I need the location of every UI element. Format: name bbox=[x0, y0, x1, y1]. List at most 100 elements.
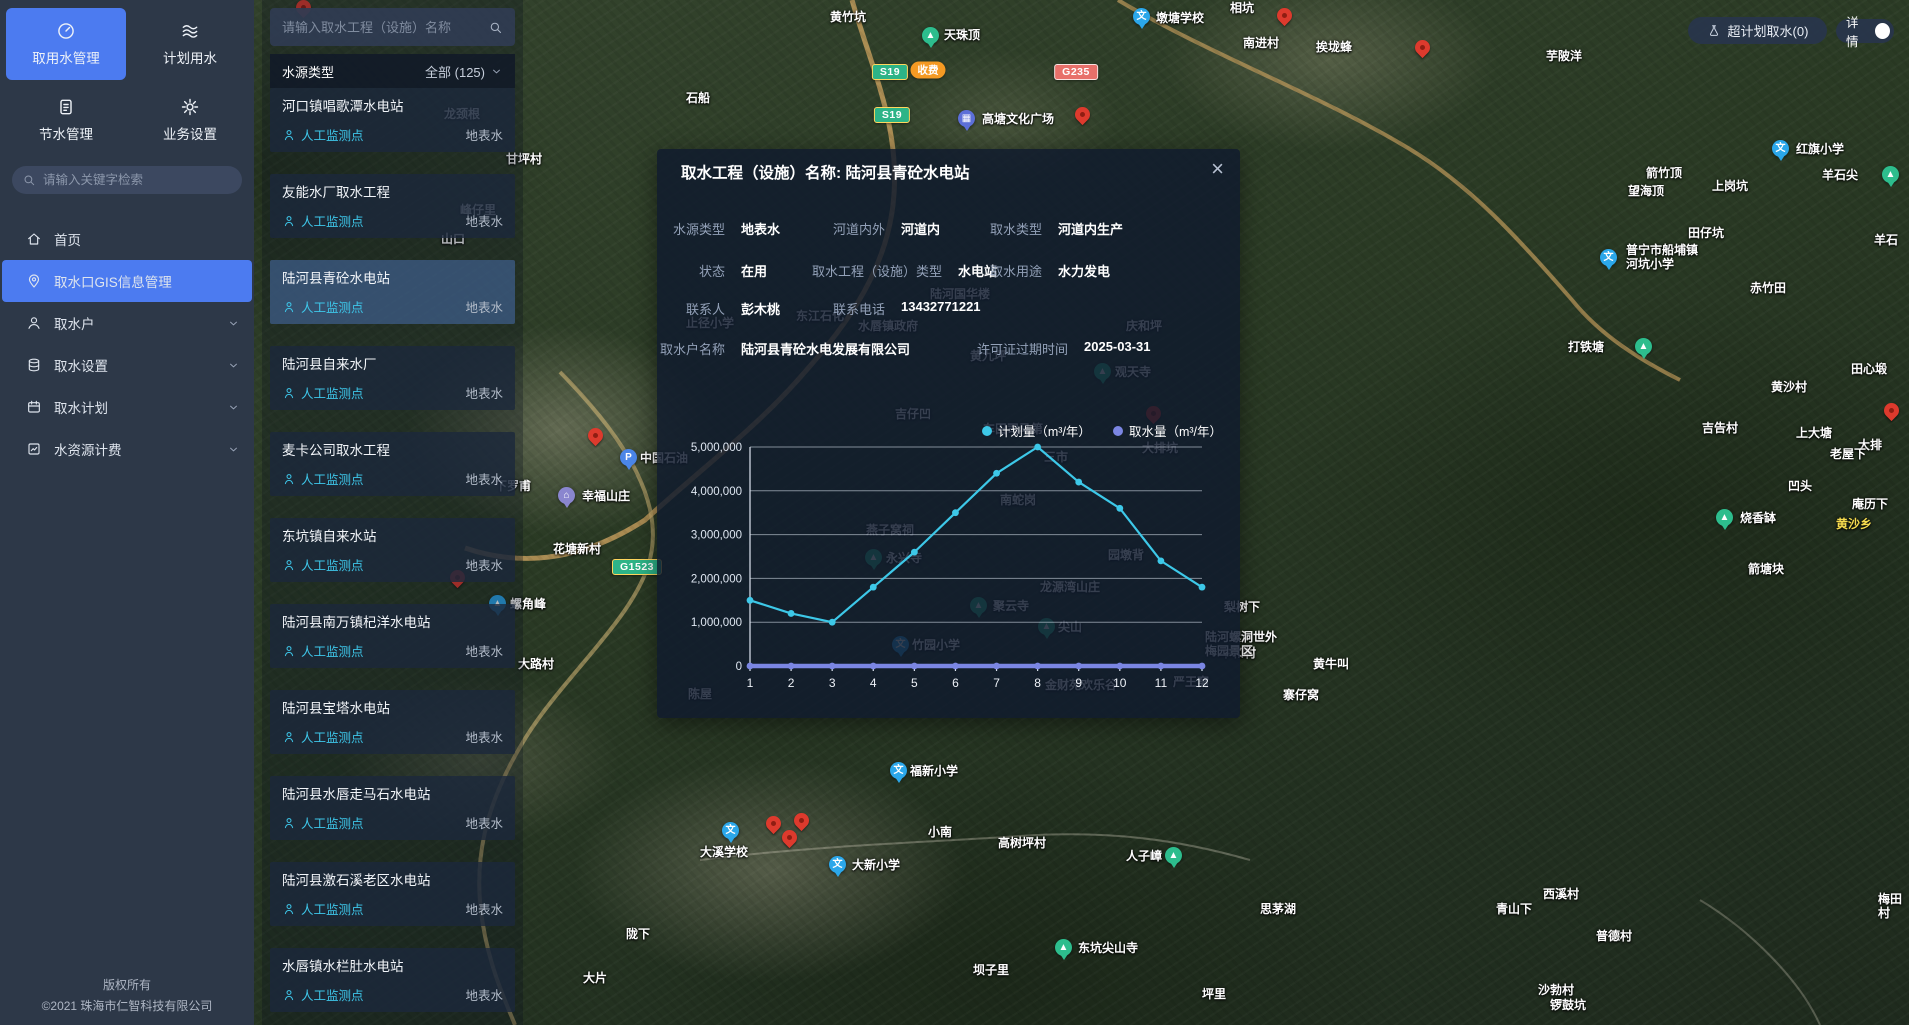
svg-text:3: 3 bbox=[829, 676, 836, 690]
svg-text:3,000,000: 3,000,000 bbox=[691, 530, 742, 542]
app-button-1[interactable]: 取用水管理 bbox=[6, 8, 126, 80]
svg-text:4: 4 bbox=[870, 676, 877, 690]
map-place-label: 坪里 bbox=[1202, 987, 1226, 1001]
database-icon bbox=[26, 357, 42, 373]
map-place-label: 寨仔窝 bbox=[1283, 688, 1319, 702]
detail-toggle[interactable]: 详情 bbox=[1836, 19, 1894, 43]
school-marker-icon: 文 bbox=[890, 762, 907, 779]
sidebar-item-2[interactable]: 取水口GIS信息管理 bbox=[2, 260, 252, 302]
monitor-type: 人工监测点 bbox=[301, 899, 364, 918]
station-name: 陆河县青砼水电站 bbox=[282, 270, 503, 288]
map-place-label: 青山下 bbox=[1496, 902, 1532, 916]
keyword-search-input[interactable] bbox=[43, 173, 232, 187]
map-place-label: 田心塅 bbox=[1851, 362, 1887, 376]
detail-field: 取水类型河道内生产 bbox=[957, 219, 1123, 238]
intake-point-pin[interactable] bbox=[1274, 5, 1295, 26]
person-icon bbox=[282, 730, 296, 744]
list-item[interactable]: 陆河县水唇走马石水电站人工监测点地表水 bbox=[270, 776, 515, 840]
sidebar-item-4[interactable]: 取水设置 bbox=[0, 344, 254, 386]
station-search-input[interactable] bbox=[282, 20, 488, 35]
water-source-type: 地表水 bbox=[465, 899, 503, 918]
filter-dropdown[interactable]: 全部 (125) bbox=[425, 62, 503, 81]
map-place-label: 庵历下 bbox=[1852, 497, 1888, 511]
field-value: 水力发电 bbox=[1058, 261, 1110, 280]
app-window: 黄竹坑天珠顶墩塘学校相坑南进村挨垅蜂芋陂洋石船龙颈根甘坪村峰仔里山口高塘文化广场… bbox=[0, 0, 1909, 1025]
list-item[interactable]: 河口镇唱歌潭水电站人工监测点地表水 bbox=[270, 88, 515, 152]
scenic-marker-icon: ▲ bbox=[1635, 338, 1652, 355]
sidebar-item-5[interactable]: 取水计划 bbox=[0, 386, 254, 428]
copyright-footer: 版权所有 ©2021 珠海市仁智科技有限公司 bbox=[0, 975, 254, 1017]
station-name: 陆河县水唇走马石水电站 bbox=[282, 786, 503, 804]
map-place-label: 烧香缽 bbox=[1740, 511, 1776, 525]
detail-label: 详情 bbox=[1846, 12, 1869, 50]
intake-point-pin[interactable] bbox=[1881, 400, 1902, 421]
map-place-label: 坝子里 bbox=[973, 963, 1009, 977]
map-place-label: 南进村 bbox=[1243, 36, 1279, 50]
app-button-2[interactable]: 计划用水 bbox=[130, 8, 250, 80]
field-value: 河道内生产 bbox=[1058, 219, 1123, 238]
list-item[interactable]: 东坑镇自来水站人工监测点地表水 bbox=[270, 518, 515, 582]
copyright-line2: ©2021 珠海市仁智科技有限公司 bbox=[0, 996, 254, 1017]
list-item[interactable]: 陆河县青砼水电站人工监测点地表水 bbox=[270, 260, 515, 324]
intake-point-pin[interactable] bbox=[779, 827, 800, 848]
list-item[interactable]: 陆河县南万镇杞洋水电站人工监测点地表水 bbox=[270, 604, 515, 668]
map-place-label: 沙勃村 bbox=[1538, 983, 1574, 997]
svg-text:2,000,000: 2,000,000 bbox=[691, 573, 742, 585]
intake-point-pin[interactable] bbox=[585, 425, 606, 446]
search-icon bbox=[22, 173, 36, 187]
monitor-type: 人工监测点 bbox=[301, 383, 364, 402]
filter-value: 全部 (125) bbox=[425, 62, 485, 81]
scenic-marker-icon: ▲ bbox=[922, 27, 939, 44]
sidebar-item-3[interactable]: 取水户 bbox=[0, 302, 254, 344]
field-label: 状态 bbox=[657, 261, 725, 280]
app-label: 业务设置 bbox=[163, 123, 217, 143]
list-item[interactable]: 陆河县激石溪老区水电站人工监测点地表水 bbox=[270, 862, 515, 926]
sidebar-item-label: 首页 bbox=[54, 229, 81, 249]
chevron-down-icon bbox=[227, 401, 240, 414]
app-button-3[interactable]: 节水管理 bbox=[6, 84, 126, 156]
intake-point-pin[interactable] bbox=[1412, 37, 1433, 58]
close-icon[interactable]: × bbox=[1211, 155, 1224, 183]
list-item[interactable]: 麦卡公司取水工程人工监测点地表水 bbox=[270, 432, 515, 496]
field-label: 联系电话 bbox=[807, 299, 885, 318]
scenic-marker-icon: ▲ bbox=[1716, 509, 1733, 526]
svg-text:9: 9 bbox=[1075, 676, 1082, 690]
over-plan-button[interactable]: 超计划取水(0) bbox=[1688, 17, 1827, 44]
monitor-type: 人工监测点 bbox=[301, 813, 364, 832]
intake-point-pin[interactable] bbox=[791, 810, 812, 831]
list-item[interactable]: 陆河县自来水厂人工监测点地表水 bbox=[270, 346, 515, 410]
map-place-label: 陇下 bbox=[626, 927, 650, 941]
map-place-label: 梅田村 bbox=[1878, 892, 1909, 920]
svg-text:2: 2 bbox=[788, 676, 795, 690]
svg-text:4,000,000: 4,000,000 bbox=[691, 486, 742, 498]
intake-point-pin[interactable] bbox=[1072, 104, 1093, 125]
list-item[interactable]: 水唇镇水栏肚水电站人工监测点地表水 bbox=[270, 948, 515, 1012]
map-place-label: 打铁塘 bbox=[1568, 340, 1604, 354]
field-label: 取水工程（设施）类型 bbox=[797, 261, 942, 280]
svg-text:8: 8 bbox=[1034, 676, 1041, 690]
scenic-marker-icon: ▲ bbox=[1165, 847, 1182, 864]
modal-title: 取水工程（设施）名称: 陆河县青砼水电站 bbox=[681, 161, 969, 183]
svg-text:10: 10 bbox=[1113, 676, 1127, 690]
sidebar-item-6[interactable]: 水资源计费 bbox=[0, 428, 254, 470]
detail-field: 联系人彭木桃 bbox=[657, 299, 780, 318]
chevron-down-icon bbox=[490, 65, 503, 78]
map-place-label: 西溪村 bbox=[1543, 887, 1579, 901]
waves-icon bbox=[180, 21, 200, 41]
location-pin-icon bbox=[26, 273, 42, 289]
sidebar-item-1[interactable]: 首页 bbox=[0, 218, 254, 260]
user-icon bbox=[26, 315, 42, 331]
map-place-label: 小南 bbox=[928, 825, 952, 839]
school-marker-icon: 文 bbox=[1600, 249, 1617, 266]
intake-point-pin[interactable] bbox=[763, 813, 784, 834]
detail-field: 取水户名称陆河县青砼水电发展有限公司 bbox=[657, 339, 910, 358]
station-search-box bbox=[270, 8, 515, 46]
list-item[interactable]: 陆河县宝塔水电站人工监测点地表水 bbox=[270, 690, 515, 754]
map-place-label: 花塘新村 bbox=[553, 542, 601, 556]
field-value: 河道内 bbox=[901, 219, 940, 238]
app-button-4[interactable]: 业务设置 bbox=[130, 84, 250, 156]
keyword-search-box bbox=[12, 166, 242, 194]
station-name: 陆河县南万镇杞洋水电站 bbox=[282, 614, 503, 632]
list-item[interactable]: 友能水厂取水工程人工监测点地表水 bbox=[270, 174, 515, 238]
map-place-label: 天珠顶 bbox=[944, 28, 980, 42]
